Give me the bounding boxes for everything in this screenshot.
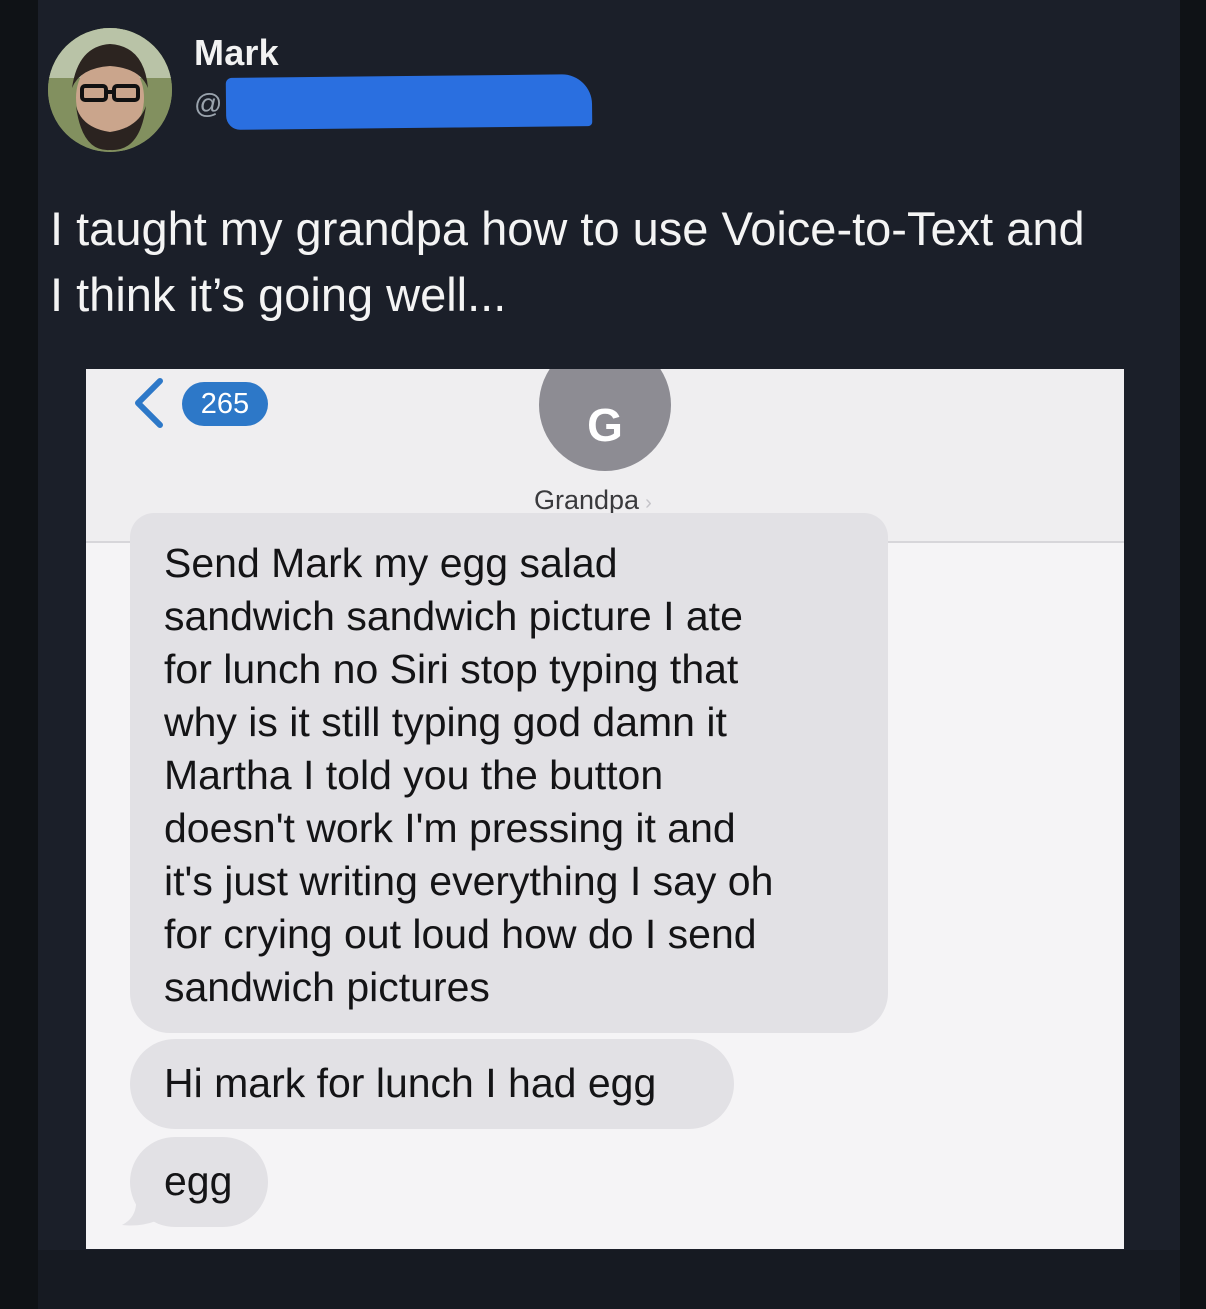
message-line: for crying out loud how do I send [164,911,757,957]
embedded-message-screenshot[interactable]: 265 G Grandpa › Send Mark my egg salad sa… [86,369,1124,1249]
chevron-left-icon[interactable] [128,373,168,433]
message-line: sandwich sandwich picture I ate [164,593,743,639]
bubble-tail-icon [122,1197,156,1226]
message-line: why is it still typing god damn it [164,699,727,745]
message-line: sandwich pictures [164,964,490,1010]
contact-avatar[interactable]: G [539,369,671,471]
message-line: it's just writing everything I say oh [164,858,774,904]
message-line: for lunch no Siri stop typing that [164,646,739,692]
chevron-right-icon: › [645,492,652,514]
message-line: Send Mark my egg salad [164,540,618,586]
message-line: Martha I told you the button [164,752,664,798]
contact-name[interactable]: Grandpa › [534,485,652,516]
author-avatar[interactable] [48,28,172,152]
tweet-footer-area [38,1250,1180,1309]
message-bubble[interactable]: Send Mark my egg salad sandwich sandwich… [130,513,888,1033]
tweet-text-line: I think it’s going well... [50,268,507,321]
author-name[interactable]: Mark [194,32,279,74]
message-line: doesn't work I'm pressing it and [164,805,736,851]
message-line: egg [164,1158,233,1204]
message-line: Hi mark for lunch I had egg [164,1060,657,1106]
contact-name-label: Grandpa [534,485,640,515]
author-handle-prefix: @ [194,88,223,119]
handle-redaction-mark [225,74,593,130]
author-photo-icon [48,28,172,152]
tweet-text: I taught my grandpa how to use Voice-to-… [50,196,1170,328]
tweet-text-line: I taught my grandpa how to use Voice-to-… [50,202,1085,255]
unread-count-badge[interactable]: 265 [182,382,268,426]
message-bubble[interactable]: Hi mark for lunch I had egg [130,1039,734,1129]
